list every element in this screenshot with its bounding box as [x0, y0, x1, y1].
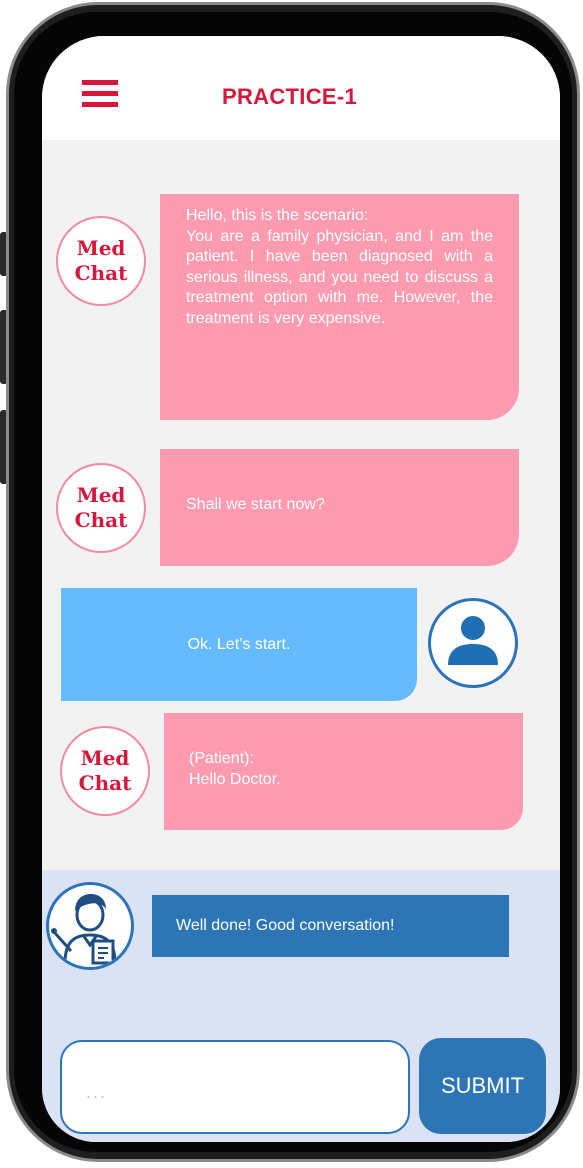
avatar-label-line2: Chat: [78, 771, 132, 795]
message-text: You are a family physician, and I am the…: [186, 227, 493, 327]
medchat-avatar: Med Chat: [60, 726, 150, 816]
bot-message-bubble: Shall we start now?: [160, 449, 519, 566]
avatar-label-line2: Chat: [74, 508, 128, 532]
user-person-icon: [448, 616, 498, 665]
app-header: PRACTICE-1: [42, 36, 560, 140]
avatar-label-line2: Chat: [74, 261, 128, 285]
page-title: PRACTICE-1: [222, 84, 358, 109]
hamburger-menu-icon[interactable]: [82, 80, 118, 108]
message-text: Hello Doctor.: [189, 770, 281, 788]
medchat-avatar: Med Chat: [56, 463, 146, 553]
avatar-label-line1: Med: [76, 236, 126, 260]
phone-mockup: PRACTICE-1 Med Chat Hello, this is the s…: [0, 0, 583, 1168]
bot-message-bubble: Hello, this is the scenario: You are a f…: [160, 194, 519, 420]
app-screen: PRACTICE-1 Med Chat Hello, this is the s…: [42, 36, 560, 1142]
message-text: Hello, this is the scenario:: [186, 207, 369, 224]
submit-button[interactable]: SUBMIT: [419, 1038, 546, 1134]
feedback-text: Well done! Good conversation!: [176, 917, 395, 934]
medchat-avatar: Med Chat: [56, 216, 146, 306]
message-input[interactable]: ...: [60, 1040, 410, 1134]
bot-message-bubble: (Patient): Hello Doctor.: [164, 713, 523, 830]
doctor-avatar: [46, 882, 134, 970]
input-placeholder: ...: [86, 1082, 108, 1102]
avatar-label-line1: Med: [76, 483, 126, 507]
feedback-message: Well done! Good conversation!: [152, 895, 509, 957]
message-text: Shall we start now?: [186, 496, 325, 513]
user-message-bubble: Ok. Let’s start.: [61, 588, 417, 701]
message-text: Ok. Let’s start.: [187, 635, 291, 653]
message-text: (Patient):: [189, 750, 254, 767]
user-avatar: [428, 598, 518, 688]
avatar-label-line1: Med: [80, 746, 130, 770]
feedback-panel: Well done! Good conversation! ... SUBMIT: [42, 870, 560, 1142]
doctor-tutor-icon: [51, 894, 117, 965]
